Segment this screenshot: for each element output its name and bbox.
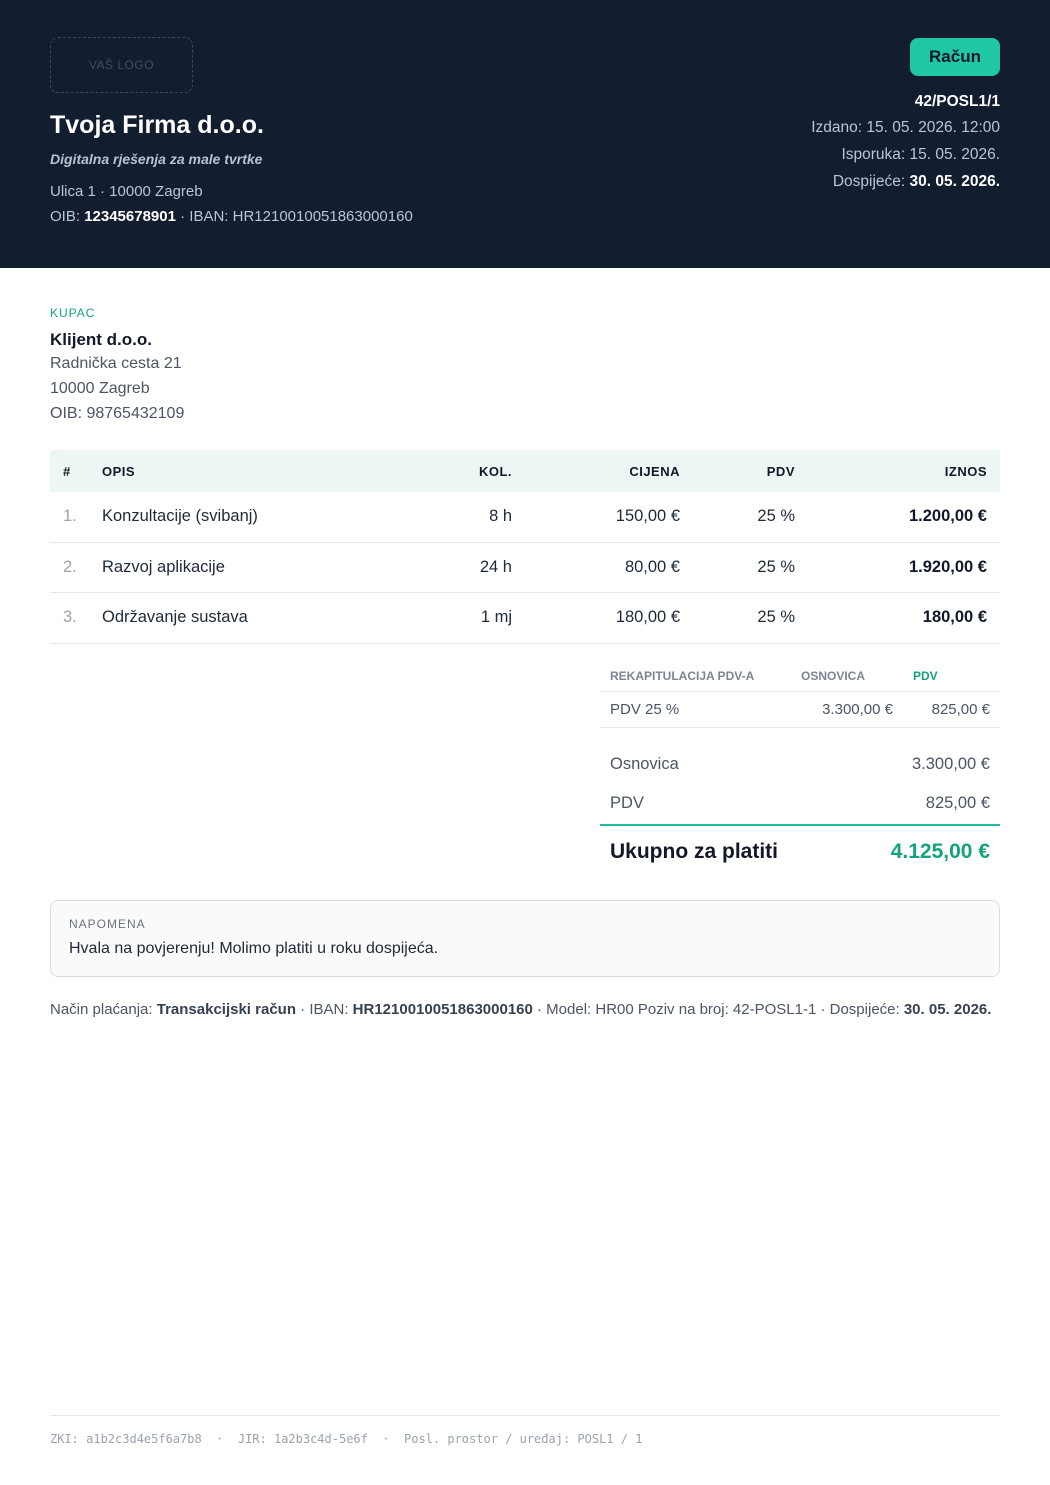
total-divider xyxy=(600,824,1000,826)
row-quantity: 1 mj xyxy=(480,608,512,627)
payment-model-reference: · Model: HR00 Poziv na broj: 42-POSL1-1 … xyxy=(532,1001,904,1018)
vat-recap-header: REKAPITULACIJA PDV-A OSNOVICA PDV xyxy=(600,660,1000,692)
company-address: Ulica 1 · 10000 Zagreb xyxy=(50,183,203,200)
company-ids: OIB: 12345678901 · IBAN: HR1210010051863… xyxy=(50,208,413,225)
row-number: 1. xyxy=(63,507,77,526)
row-vat: 25 % xyxy=(757,557,795,576)
issue-date: Izdano: 15. 05. 2026. 12:00 xyxy=(811,119,1000,136)
payment-due-date: 30. 05. 2026. xyxy=(903,1001,992,1018)
logo-placeholder[interactable]: VAŠ LOGO xyxy=(50,37,193,93)
row-vat: 25 % xyxy=(757,608,795,627)
row-description: Održavanje sustava xyxy=(102,608,248,627)
recap-col-vat: PDV xyxy=(913,668,938,683)
fiscal-codes: ZKI: a1b2c3d4e5f6a7b8 · JIR: 1a2b3c4d-5e… xyxy=(50,1432,643,1446)
recap-base: 3.300,00 € xyxy=(822,701,893,718)
recap-col-base: OSNOVICA xyxy=(801,668,866,683)
invoice-number: 42/POSL1/1 xyxy=(914,93,1000,110)
table-row: 2. Razvoj aplikacije 24 h 80,00 € 25 % 1… xyxy=(50,543,1000,593)
row-quantity: 8 h xyxy=(489,507,512,526)
row-price: 150,00 € xyxy=(615,507,680,526)
due-date: Dospijeće: 30. 05. 2026. xyxy=(833,173,1000,191)
row-quantity: 24 h xyxy=(479,557,512,576)
recap-col-title: REKAPITULACIJA PDV-A xyxy=(610,668,755,683)
col-vat: PDV xyxy=(766,463,795,479)
note-box: NAPOMENA Hvala na povjerenju! Molimo pla… xyxy=(50,900,1000,977)
invoice-header: VAŠ LOGO Tvoja Firma d.o.o. Digitalna rj… xyxy=(0,0,1050,268)
total-value: 4.125,00 € xyxy=(890,840,990,863)
row-amount: 1.200,00 € xyxy=(909,507,987,526)
document-type-badge[interactable]: Račun xyxy=(910,38,1000,76)
vat-recap-row: PDV 25 % 3.300,00 € 825,00 € xyxy=(600,692,1000,728)
row-amount: 1.920,00 € xyxy=(909,557,987,576)
due-label: Dospijeće: xyxy=(832,173,910,190)
col-quantity: KOL. xyxy=(478,463,512,479)
col-description: OPIS xyxy=(102,463,136,479)
items-table: # OPIS KOL. CIJENA PDV IZNOS 1. Konzulta… xyxy=(50,450,1000,644)
col-amount: IZNOS xyxy=(944,463,987,479)
company-oib: 12345678901 xyxy=(84,208,176,225)
payment-method: Transakcijski račun xyxy=(156,1001,296,1018)
summary-base-value: 3.300,00 € xyxy=(912,755,990,773)
row-amount: 180,00 € xyxy=(922,608,987,627)
payment-method-label: Način plaćanja: xyxy=(50,1001,157,1018)
delivery-date: Isporuka: 15. 05. 2026. xyxy=(841,146,1000,163)
recap-vat: 825,00 € xyxy=(931,701,990,718)
note-label: NAPOMENA xyxy=(69,917,146,931)
row-description: Konzultacije (svibanj) xyxy=(102,507,258,526)
summary-base: Osnovica 3.300,00 € xyxy=(600,755,1000,774)
items-table-header: # OPIS KOL. CIJENA PDV IZNOS xyxy=(50,450,1000,492)
company-name: Tvoja Firma d.o.o. xyxy=(50,111,264,139)
summary-base-label: Osnovica xyxy=(610,755,679,773)
total-due: Ukupno za platiti 4.125,00 € xyxy=(600,840,1000,864)
note-text: Hvala na povjerenju! Molimo platiti u ro… xyxy=(69,940,439,957)
row-number: 3. xyxy=(63,608,77,627)
due-date-value: 30. 05. 2026. xyxy=(909,173,1001,190)
col-price: CIJENA xyxy=(629,463,680,479)
buyer-oib: OIB: 98765432109 xyxy=(50,405,185,422)
summary-vat: PDV 825,00 € xyxy=(600,794,1000,813)
table-row: 1. Konzultacije (svibanj) 8 h 150,00 € 2… xyxy=(50,492,1000,543)
total-label: Ukupno za platiti xyxy=(610,840,778,863)
buyer-city: 10000 Zagreb xyxy=(50,380,150,397)
buyer-label: KUPAC xyxy=(50,306,96,320)
row-price: 80,00 € xyxy=(624,557,680,576)
col-number: # xyxy=(63,463,71,479)
summary-vat-value: 825,00 € xyxy=(925,794,990,812)
row-description: Razvoj aplikacije xyxy=(102,557,225,576)
vat-recap-table: REKAPITULACIJA PDV-A OSNOVICA PDV PDV 25… xyxy=(600,660,1000,728)
buyer-street: Radnička cesta 21 xyxy=(50,355,182,372)
row-vat: 25 % xyxy=(757,507,795,526)
payment-info: Način plaćanja: Transakcijski račun · IB… xyxy=(50,999,1000,1020)
summary-vat-label: PDV xyxy=(610,794,644,812)
footer-divider xyxy=(50,1415,1000,1416)
oib-label: OIB: xyxy=(50,208,85,225)
row-price: 180,00 € xyxy=(615,608,680,627)
company-iban: · IBAN: HR1210010051863000160 xyxy=(175,208,413,225)
buyer-name: Klijent d.o.o. xyxy=(50,330,152,349)
table-row: 3. Održavanje sustava 1 mj 180,00 € 25 %… xyxy=(50,593,1000,644)
payment-iban-label: · IBAN: xyxy=(295,1001,353,1018)
recap-rate: PDV 25 % xyxy=(610,701,680,718)
row-number: 2. xyxy=(63,557,77,576)
payment-iban: HR1210010051863000160 xyxy=(352,1001,533,1018)
company-tagline: Digitalna rješenja za male tvrtke xyxy=(50,151,263,167)
